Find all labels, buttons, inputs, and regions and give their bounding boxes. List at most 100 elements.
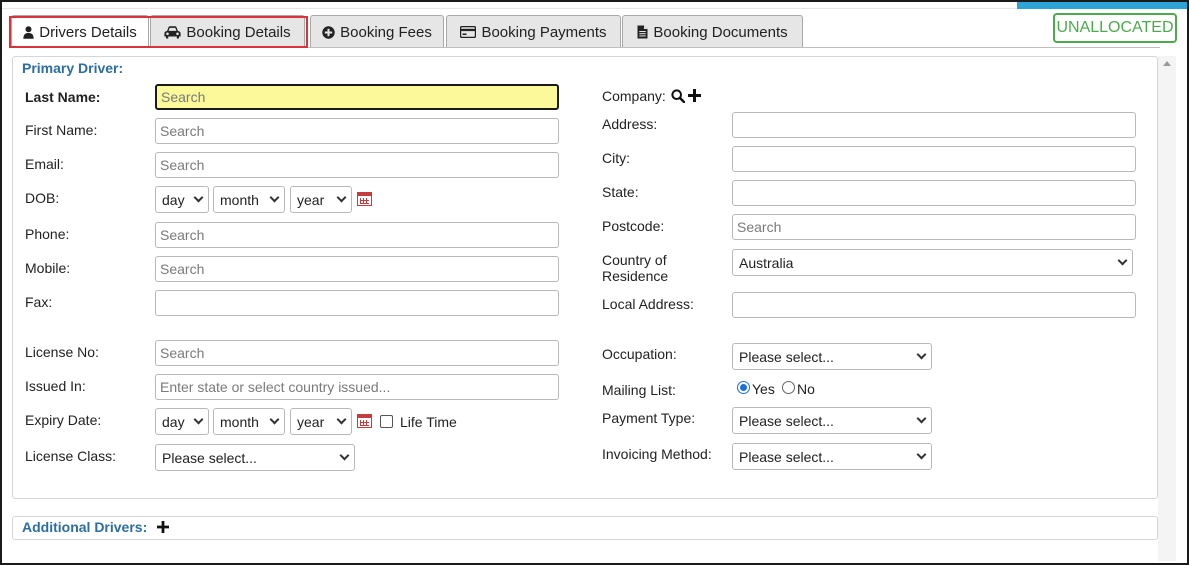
first-name-label: First Name: (25, 122, 98, 138)
invoicing-method-label: Invoicing Method: (602, 446, 712, 462)
postcode-input[interactable] (732, 214, 1136, 240)
chevron-down-icon (336, 414, 347, 425)
label-line: Country of (602, 252, 667, 268)
tab-drivers-details[interactable]: Drivers Details (11, 15, 149, 48)
select-value: month (220, 413, 259, 430)
postcode-label: Postcode: (602, 218, 665, 234)
dob-month-select[interactable]: month (213, 186, 285, 213)
status-badge: UNALLOCATED (1053, 13, 1177, 43)
chevron-down-icon (1117, 255, 1128, 266)
plus-icon[interactable] (688, 89, 701, 102)
label-line: Residence (602, 268, 669, 284)
expiry-year-select[interactable]: year (290, 408, 352, 435)
chevron-down-icon (336, 192, 347, 203)
tab-label: Booking Documents (653, 23, 788, 41)
email-input[interactable] (155, 152, 559, 178)
primary-driver-heading: Primary Driver: (22, 60, 124, 76)
city-input[interactable] (732, 146, 1136, 172)
license-class-label: License Class: (25, 448, 117, 464)
expiry-date-label: Expiry Date: (25, 412, 102, 428)
payment-type-label: Payment Type: (602, 410, 696, 426)
address-label: Address: (602, 116, 658, 132)
company-label: Company: (602, 88, 666, 104)
dob-label: DOB: (25, 190, 60, 206)
tab-booking-payments[interactable]: Booking Payments (446, 15, 621, 48)
select-value: Australia (739, 254, 794, 271)
local-address-input[interactable] (732, 292, 1136, 318)
issued-in-input[interactable] (155, 374, 559, 400)
phone-input[interactable] (155, 222, 559, 248)
mailing-list-label: Mailing List: (602, 382, 676, 398)
tab-label: Booking Fees (340, 23, 432, 41)
invoicing-method-select[interactable]: Please select... (732, 443, 932, 470)
document-icon (637, 25, 648, 39)
tab-booking-fees[interactable]: Booking Fees (310, 15, 444, 48)
mobile-label: Mobile: (25, 260, 71, 276)
select-value: Please select... (739, 412, 834, 429)
chevron-down-icon (193, 192, 204, 203)
local-address-label: Local Address: (602, 296, 694, 312)
tab-strip-divider (12, 47, 1160, 48)
expiry-day-select[interactable]: day (155, 408, 209, 435)
chevron-down-icon (269, 414, 280, 425)
tab-label: Booking Payments (481, 23, 607, 41)
mailing-list-yes-radio[interactable] (737, 381, 750, 394)
top-bar-left (2, 2, 1017, 9)
issued-in-label: Issued In: (25, 378, 86, 394)
tab-label: Drivers Details (39, 23, 137, 41)
life-time-label: Life Time (400, 414, 457, 430)
mailing-list-no-radio[interactable] (782, 381, 795, 394)
additional-drivers-heading: Additional Drivers: (22, 519, 148, 535)
chevron-down-icon (339, 450, 350, 461)
country-of-residence-label: Country of Residence (602, 252, 668, 284)
tab-booking-details[interactable]: Booking Details (150, 15, 305, 48)
mobile-input[interactable] (155, 256, 559, 282)
occupation-label: Occupation: (602, 346, 677, 362)
state-input[interactable] (732, 180, 1136, 206)
add-driver-plus-icon[interactable] (157, 521, 169, 533)
country-select[interactable]: Australia (732, 249, 1133, 276)
chevron-down-icon (916, 413, 927, 424)
select-value: day (162, 413, 185, 430)
license-no-input[interactable] (155, 340, 559, 366)
license-no-label: License No: (25, 344, 99, 360)
select-value: Please select... (162, 449, 257, 466)
dob-day-select[interactable]: day (155, 186, 209, 213)
additional-drivers-panel (12, 516, 1158, 540)
user-icon (23, 25, 34, 39)
occupation-select[interactable]: Please select... (732, 343, 932, 370)
select-value: Please select... (739, 448, 834, 465)
tab-label: Booking Details (186, 23, 291, 41)
select-value: month (220, 191, 259, 208)
scrollbar[interactable] (1158, 56, 1176, 561)
last-name-input[interactable] (155, 84, 559, 110)
select-value: Please select... (739, 348, 834, 365)
tab-booking-documents[interactable]: Booking Documents (622, 15, 803, 48)
payment-type-select[interactable]: Please select... (732, 407, 932, 434)
first-name-input[interactable] (155, 118, 559, 144)
chevron-down-icon (193, 414, 204, 425)
car-icon (164, 25, 181, 39)
address-input[interactable] (732, 112, 1136, 138)
credit-card-icon (460, 26, 477, 38)
city-label: City: (602, 150, 630, 166)
license-class-select[interactable]: Please select... (155, 444, 355, 471)
chevron-down-icon (916, 449, 927, 460)
state-label: State: (602, 184, 639, 200)
fax-input[interactable] (155, 290, 559, 316)
select-value: day (162, 191, 185, 208)
select-value: year (297, 191, 325, 208)
life-time-checkbox[interactable] (380, 415, 393, 428)
phone-label: Phone: (25, 226, 70, 242)
expiry-month-select[interactable]: month (213, 408, 285, 435)
search-icon[interactable] (671, 89, 685, 103)
select-value: year (297, 413, 325, 430)
scroll-up-arrow-icon[interactable] (1163, 61, 1171, 66)
dob-year-select[interactable]: year (290, 186, 352, 213)
calendar-icon[interactable] (357, 192, 372, 206)
mailing-list-no-label: No (797, 381, 815, 397)
last-name-label: Last Name: (25, 89, 101, 105)
fax-label: Fax: (25, 294, 53, 310)
chevron-down-icon (269, 192, 280, 203)
calendar-icon[interactable] (357, 414, 372, 428)
